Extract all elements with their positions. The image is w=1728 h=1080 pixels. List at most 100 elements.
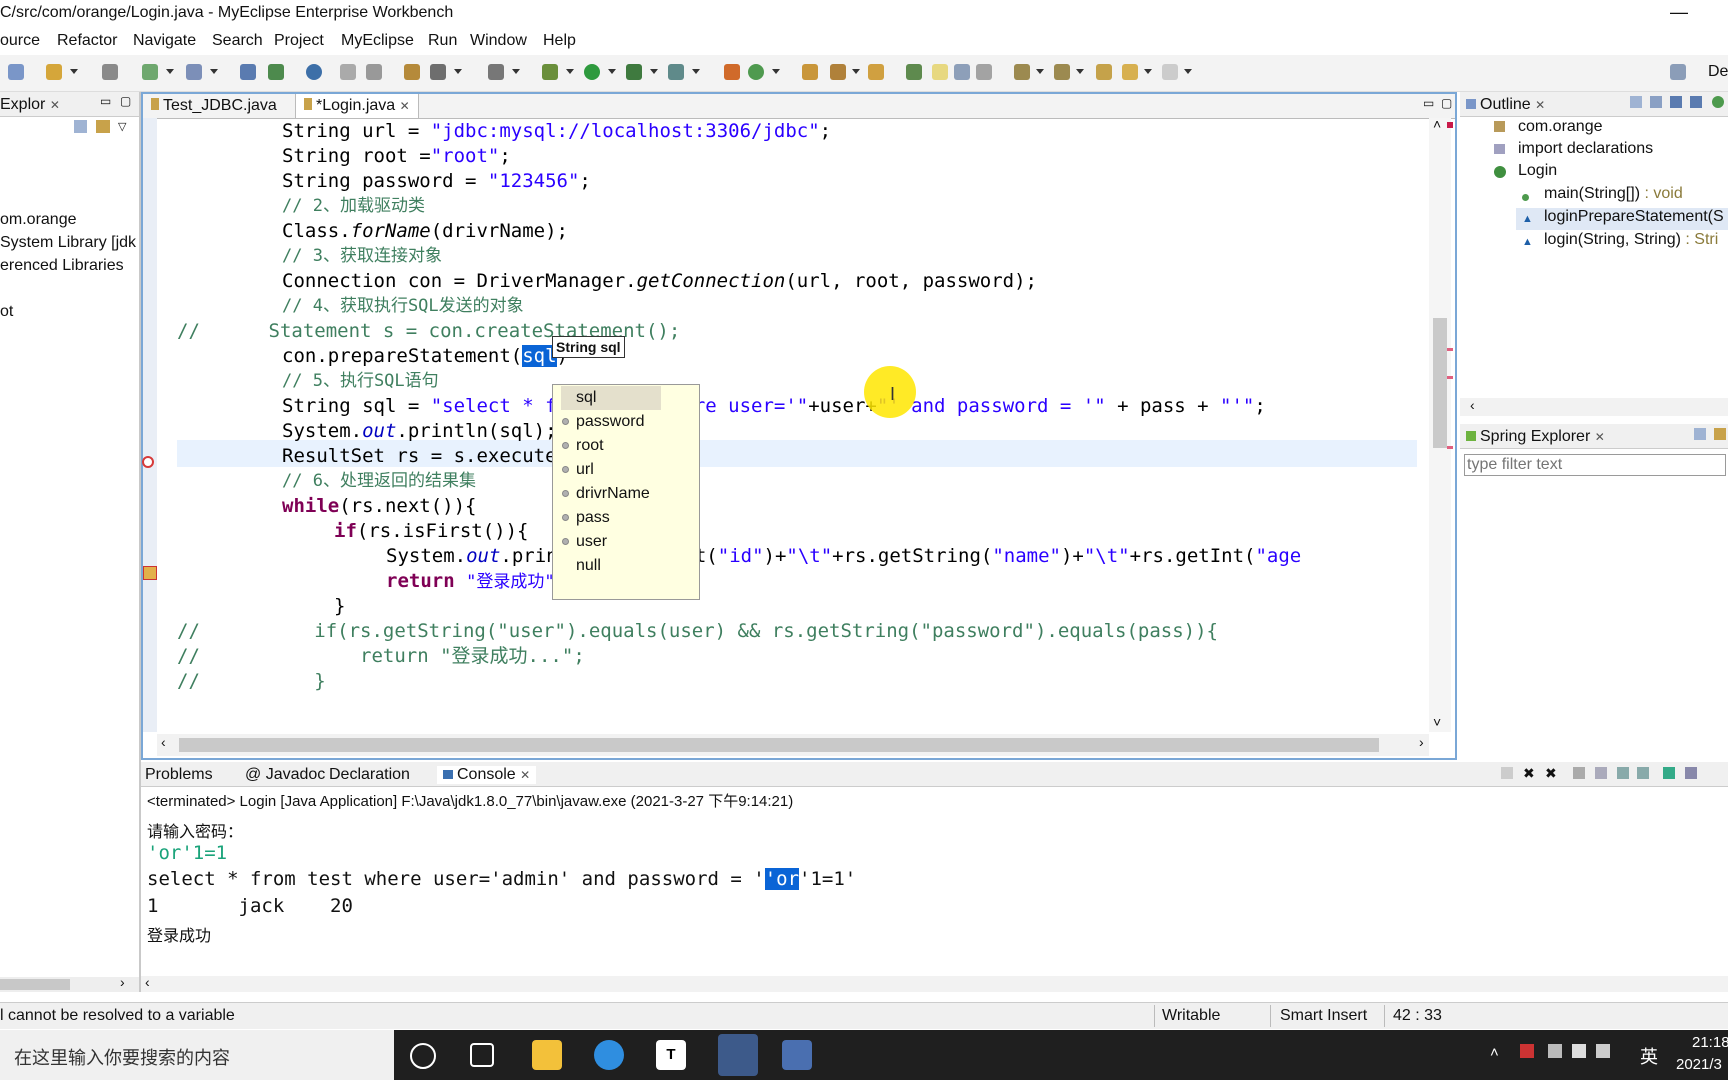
server-icon[interactable] (186, 64, 202, 80)
prev-annotation-icon[interactable] (1054, 64, 1070, 80)
link-editor-icon[interactable] (1714, 428, 1726, 440)
tab-javadoc[interactable]: @ Javadoc (245, 766, 325, 784)
outline-hscroll[interactable]: ‹ (1460, 397, 1728, 416)
minimize-icon[interactable]: ▭ (100, 94, 111, 108)
taskbar-search[interactable]: 在这里输入你要搜索的内容 (0, 1030, 394, 1080)
spring-tab[interactable]: Spring Explorer ✕ (1466, 428, 1605, 446)
outline-tab[interactable]: Outline ✕ (1466, 96, 1545, 114)
search-icon[interactable] (830, 64, 846, 80)
tray-security-icon[interactable] (1520, 1044, 1534, 1058)
outline-method-main[interactable]: main(String[]) : void (1544, 185, 1683, 203)
proposal-item[interactable]: password (553, 410, 697, 434)
dolphin-icon[interactable] (782, 1040, 812, 1070)
tree-item-referenced-libraries[interactable]: erenced Libraries (0, 257, 124, 275)
open-type-icon[interactable] (430, 64, 446, 80)
overview-marker[interactable] (1447, 376, 1453, 379)
outline-method-login[interactable]: login(String, String) : Stri (1544, 231, 1718, 249)
clock-date[interactable]: 2021/3 (1676, 1056, 1722, 1073)
perspective-label[interactable]: De (1708, 63, 1728, 81)
close-icon[interactable]: ✕ (520, 768, 530, 782)
tab-test-jdbc[interactable]: Test_JDBC.java (143, 94, 285, 118)
open-folder-icon[interactable] (802, 64, 818, 80)
tree-item-system-library[interactable]: System Library [jdk (0, 234, 136, 252)
proposal-item[interactable]: pass (553, 506, 697, 530)
close-icon[interactable]: ✕ (50, 98, 60, 112)
outline-imports[interactable]: import declarations (1518, 140, 1653, 158)
back-icon[interactable] (1122, 64, 1138, 80)
tray-battery-icon[interactable] (1572, 1044, 1586, 1058)
editor-hscroll[interactable]: ‹ › (157, 734, 1429, 756)
tray-volume-icon[interactable] (1596, 1044, 1610, 1058)
explorer-tab[interactable]: Explor ✕ (0, 96, 60, 114)
outline-method-loginprepare[interactable]: loginPrepareStatement(S (1544, 208, 1724, 226)
menu-project[interactable]: Project (274, 32, 324, 50)
forward-icon[interactable] (1162, 64, 1178, 80)
perspective-icon[interactable] (1670, 64, 1686, 80)
hide-fields-icon[interactable] (1670, 96, 1682, 108)
ime-indicator[interactable]: 英 (1640, 1043, 1658, 1069)
menu-myeclipse[interactable]: MyEclipse (341, 32, 414, 50)
pin-console-icon[interactable] (1663, 767, 1675, 779)
sort-icon[interactable] (1650, 96, 1662, 108)
copy-icon[interactable] (340, 64, 356, 80)
db-icon[interactable] (404, 64, 420, 80)
minimize-icon[interactable]: ▭ (1423, 96, 1434, 110)
run-icon[interactable] (584, 64, 600, 80)
collapse-all-icon[interactable] (74, 120, 87, 133)
proposal-item[interactable]: root (553, 434, 697, 458)
close-icon[interactable]: ✕ (400, 99, 410, 113)
menu-window[interactable]: Window (470, 32, 527, 50)
error-overview-marker[interactable] (1447, 122, 1453, 128)
hide-nonpublic-icon[interactable] (1712, 96, 1724, 108)
tray-chevron-icon[interactable]: ˄ (1490, 1044, 1499, 1061)
toggle-mark-icon[interactable] (906, 64, 922, 80)
open-task-icon[interactable] (868, 64, 884, 80)
tab-declaration[interactable]: Declaration (329, 766, 410, 784)
menu-run[interactable]: Run (428, 32, 457, 50)
maximize-icon[interactable]: ▢ (120, 94, 131, 108)
close-icon[interactable]: ✕ (1535, 98, 1545, 112)
overview-marker[interactable] (1447, 348, 1453, 351)
show-stdout-icon[interactable] (1617, 767, 1629, 779)
edge-icon[interactable] (594, 1040, 624, 1070)
explorer-hscroll[interactable]: › (0, 974, 139, 992)
save-all-icon[interactable] (102, 64, 118, 80)
show-stderr-icon[interactable] (1637, 767, 1649, 779)
display-console-icon[interactable] (1685, 767, 1697, 779)
tree-item-root[interactable]: ot (0, 303, 13, 321)
new-icon[interactable] (46, 64, 62, 80)
console-hscroll[interactable]: ‹ (141, 974, 1728, 992)
minimize-button[interactable]: — (1664, 0, 1694, 28)
last-edit-icon[interactable] (1096, 64, 1112, 80)
proposal-item[interactable]: user (553, 530, 697, 554)
outline-class[interactable]: Login (1518, 162, 1557, 180)
warning-icon[interactable] (143, 566, 157, 580)
terminal-icon[interactable] (488, 64, 504, 80)
deploy-icon[interactable] (240, 64, 256, 80)
whitespace-icon[interactable] (976, 64, 992, 80)
tray-network-icon[interactable] (1548, 1044, 1562, 1058)
menu-source[interactable]: ource (0, 32, 40, 50)
task-view-icon[interactable] (470, 1043, 494, 1067)
print-icon[interactable] (8, 64, 24, 80)
overview-marker[interactable] (1447, 446, 1453, 449)
typora-icon[interactable]: T (656, 1040, 686, 1070)
globe-icon[interactable] (306, 64, 322, 80)
tab-login[interactable]: *Login.java ✕ (295, 94, 419, 118)
paste-icon[interactable] (366, 64, 382, 80)
highlight-icon[interactable] (932, 64, 948, 80)
menu-refactor[interactable]: Refactor (57, 32, 117, 50)
filter-input[interactable] (1464, 454, 1726, 476)
remove-launch-icon[interactable]: ✖ (1523, 765, 1535, 782)
outline-package[interactable]: com.orange (1518, 118, 1603, 136)
collapse-all-icon[interactable] (1694, 428, 1706, 440)
tab-problems[interactable]: Problems (145, 766, 213, 784)
menu-help[interactable]: Help (543, 32, 576, 50)
myeclipse-icon[interactable] (718, 1034, 758, 1076)
editor-vscroll[interactable]: ˄ ˅ (1429, 116, 1451, 732)
new-class-icon[interactable] (748, 64, 764, 80)
terminate-icon[interactable] (1501, 767, 1513, 779)
code-area[interactable]: String url = "jdbc:mysql://localhost:330… (177, 118, 1417, 732)
proposal-item[interactable]: url (553, 458, 697, 482)
proposal-item[interactable]: null (553, 554, 697, 578)
